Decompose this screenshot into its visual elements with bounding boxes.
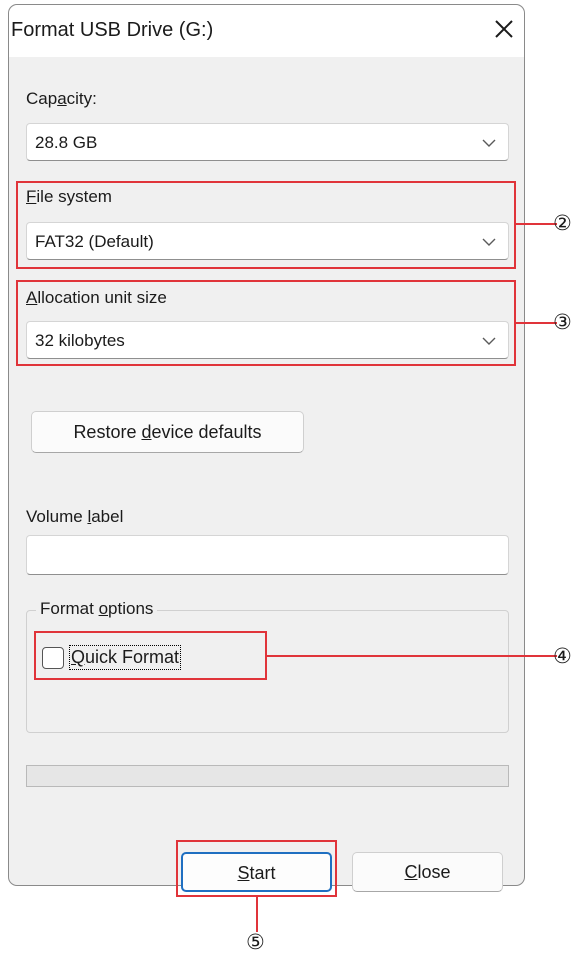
capacity-select[interactable]: 28.8 GB <box>26 123 509 161</box>
format-progress-bar <box>26 765 509 787</box>
close-icon[interactable] <box>490 15 518 43</box>
volume-label-label: Volume label <box>26 507 124 526</box>
file-system-highlight <box>16 181 516 269</box>
volume-label-input[interactable] <box>26 535 509 575</box>
capacity-label: Capacity: <box>26 89 97 108</box>
close-button[interactable]: Close <box>352 852 503 892</box>
dialog-title: Format USB Drive (G:) <box>11 19 214 41</box>
start-button-highlight <box>176 840 337 897</box>
callout-marker-5: ⑤ <box>246 930 265 954</box>
file-system-callout-line <box>516 223 557 225</box>
callout-marker-2: ② <box>553 211 572 235</box>
capacity-value: 28.8 GB <box>35 133 98 152</box>
callout-marker-3: ③ <box>553 310 572 334</box>
restore-defaults-button[interactable]: Restore device defaults <box>31 411 304 453</box>
start-callout-line <box>256 897 258 932</box>
format-dialog: Format USB Drive (G:) Capacity: 28.8 GB … <box>8 4 525 892</box>
allocation-callout-line <box>516 322 557 324</box>
quick-format-highlight <box>34 631 267 680</box>
title-bar: Format USB Drive (G:) <box>9 5 524 57</box>
format-options-title: Format options <box>36 599 158 619</box>
allocation-unit-highlight <box>16 280 516 366</box>
callout-marker-4: ④ <box>553 644 572 668</box>
quick-format-callout-line <box>267 655 557 657</box>
chevron-down-icon <box>482 139 496 147</box>
